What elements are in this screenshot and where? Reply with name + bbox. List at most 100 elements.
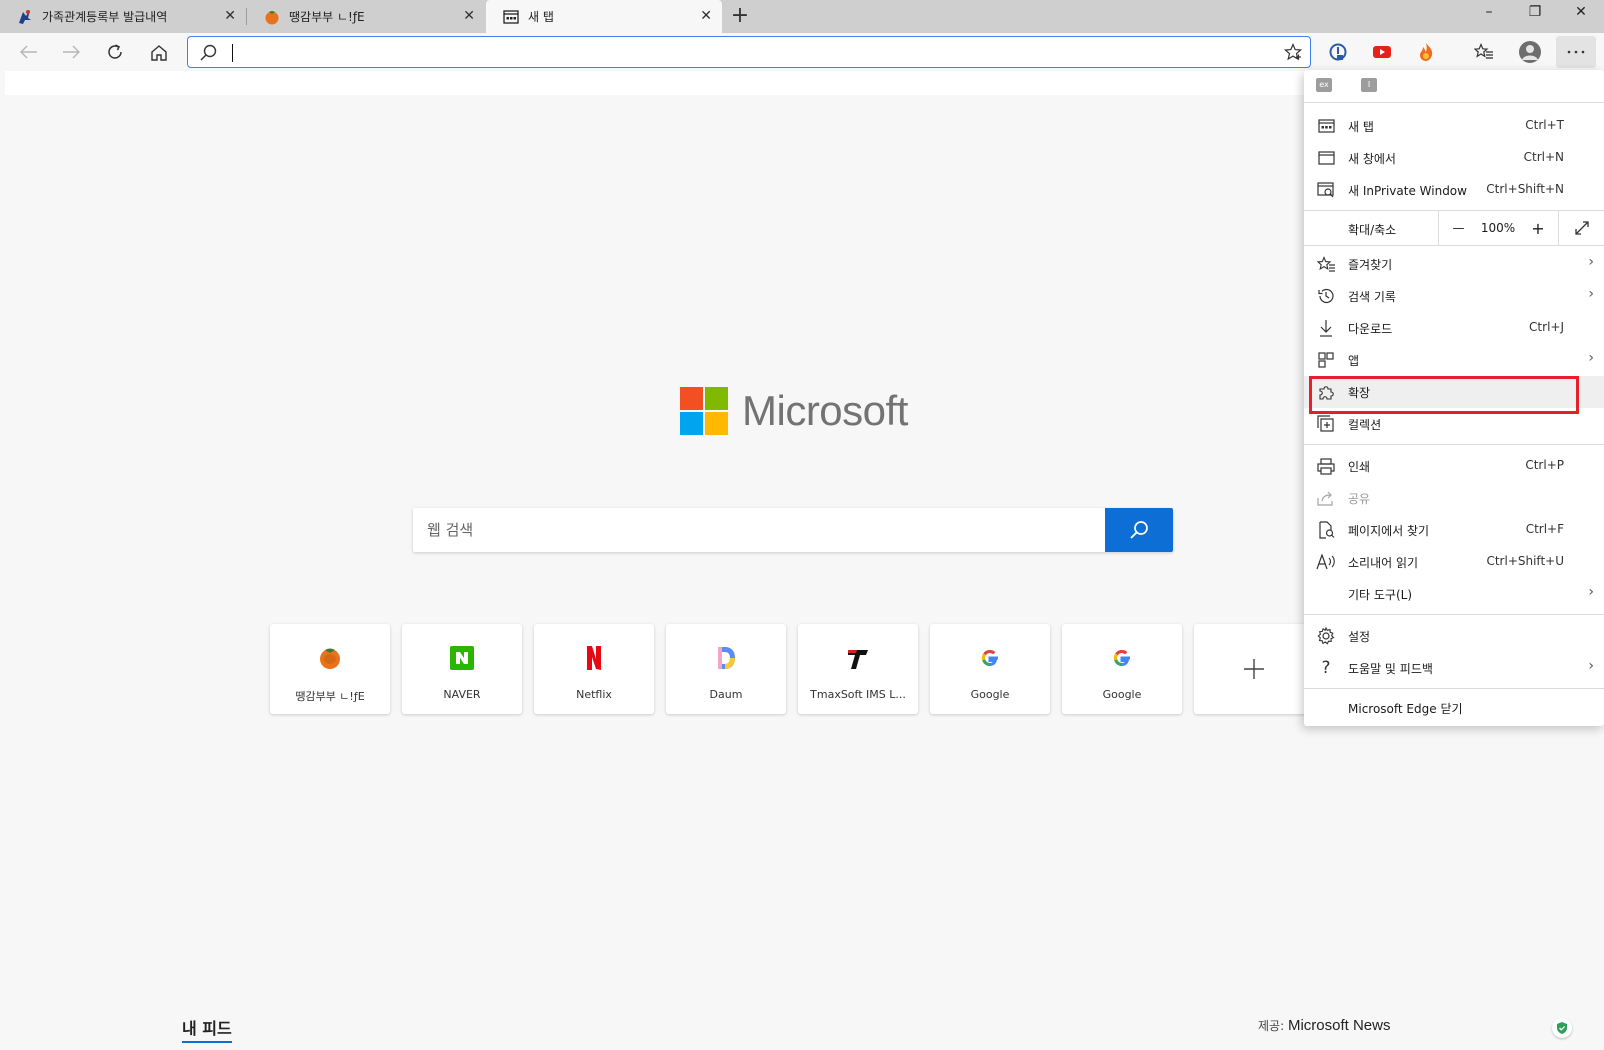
zoom-label: 확대/축소 <box>1348 223 1397 237</box>
menu-item-settings[interactable]: 설정 <box>1304 620 1604 652</box>
back-button[interactable] <box>14 37 44 67</box>
menu-item-label: 확장 <box>1348 386 1371 400</box>
tab-close-button[interactable]: ✕ <box>700 8 712 24</box>
arrow-left-icon <box>20 45 37 59</box>
zoom-out-button[interactable]: — <box>1438 211 1478 245</box>
favorites-icon[interactable] <box>1470 38 1498 66</box>
shield-check-icon[interactable] <box>1552 1018 1572 1038</box>
menu-item-history[interactable]: 검색 기록 › <box>1304 280 1604 312</box>
close-window-button[interactable]: ✕ <box>1558 0 1604 26</box>
menu-item-favorites[interactable]: 즐겨찾기 › <box>1304 248 1604 280</box>
eagle-icon <box>16 8 34 26</box>
search-icon <box>1130 521 1148 539</box>
menu-item-label: Microsoft Edge 닫기 <box>1348 702 1463 716</box>
toolbar <box>0 33 1604 71</box>
menu-item-shortcut: Ctrl+T <box>1525 118 1564 132</box>
maximize-button[interactable]: ❐ <box>1512 0 1558 26</box>
add-quick-link-tile[interactable] <box>1194 624 1314 714</box>
menu-item-read-aloud[interactable]: 소리내어 읽기 Ctrl+Shift+U <box>1304 546 1604 578</box>
fire-icon[interactable] <box>1412 38 1440 66</box>
onenote-icon[interactable] <box>1324 38 1352 66</box>
menu-item-inprivate-window[interactable]: 새 InPrivate Window Ctrl+Shift+N <box>1304 174 1604 206</box>
home-button[interactable] <box>144 37 174 67</box>
menu-item-label: 컬렉션 <box>1348 418 1382 432</box>
menu-item-help-feedback[interactable]: ? 도움말 및 피드백 › <box>1304 652 1604 684</box>
microsoft-squares-icon <box>680 387 728 435</box>
menu-item-extensions[interactable]: 확장 <box>1304 376 1604 414</box>
quick-link-tile[interactable]: 땡감부부 ㄴ!ƒE <box>270 624 390 714</box>
quick-link-label: NAVER <box>443 688 481 701</box>
persimmon-icon <box>263 8 281 26</box>
tab-strip: 가족관계등록부 발급내역 ✕ 땡감부부 ㄴ!ƒE ✕ 새 탭 ✕ + – ❐ ✕ <box>0 0 1604 33</box>
profile-avatar[interactable] <box>1516 38 1544 66</box>
extensions-icon <box>1316 383 1336 401</box>
extension-mini-icon[interactable]: ex <box>1316 78 1332 92</box>
quick-link-label: Netflix <box>576 688 612 701</box>
menu-item-print[interactable]: 인쇄 Ctrl+P <box>1304 450 1604 482</box>
tab-family-registry[interactable]: 가족관계등록부 발급내역 ✕ <box>0 0 246 33</box>
tab-title: 가족관계등록부 발급내역 <box>42 10 168 24</box>
menu-item-label: 인쇄 <box>1348 460 1371 474</box>
settings-and-more-menu: ex I 새 탭 Ctrl+T 새 창에서 Ctrl+N 새 InPrivate… <box>1304 70 1604 726</box>
fullscreen-button[interactable] <box>1558 211 1604 245</box>
menu-item-new-tab[interactable]: 새 탭 Ctrl+T <box>1304 110 1604 142</box>
quick-link-tile[interactable]: Netflix <box>534 624 654 714</box>
logo-square <box>705 387 728 410</box>
tab-ttaenggam[interactable]: 땡감부부 ㄴ!ƒE ✕ <box>247 0 485 33</box>
provider-name: Microsoft News <box>1287 1017 1391 1034</box>
extension-mini-icon[interactable]: I <box>1361 78 1377 92</box>
menu-item-new-window[interactable]: 새 창에서 Ctrl+N <box>1304 142 1604 174</box>
my-feed-tab[interactable]: 내 피드 <box>182 1015 232 1043</box>
refresh-button[interactable] <box>100 37 130 67</box>
quick-link-tile[interactable]: Google <box>930 624 1050 714</box>
history-icon <box>1316 287 1336 305</box>
menu-item-apps[interactable]: 앱 › <box>1304 344 1604 376</box>
news-provider: 제공: Microsoft News <box>1258 1017 1390 1034</box>
quick-link-tile[interactable]: NAVER <box>402 624 522 714</box>
tab-close-button[interactable]: ✕ <box>224 8 236 24</box>
fullscreen-icon <box>1574 221 1589 235</box>
google-icon <box>976 644 1004 672</box>
menu-item-close-edge[interactable]: Microsoft Edge 닫기 <box>1304 692 1604 724</box>
quick-link-tile[interactable]: TmaxSoft IMS L... <box>798 624 918 714</box>
menu-item-more-tools[interactable]: 기타 도구(L) › <box>1304 578 1604 610</box>
menu-item-find-on-page[interactable]: 페이지에서 찾기 Ctrl+F <box>1304 514 1604 546</box>
menu-divider <box>1304 444 1604 445</box>
new-window-icon <box>1316 149 1336 167</box>
chevron-right-icon: › <box>1588 658 1594 674</box>
plus-icon <box>1240 655 1268 683</box>
menu-item-label: 검색 기록 <box>1348 290 1396 304</box>
menu-divider <box>1304 245 1604 246</box>
tab-new-tab[interactable]: 새 탭 ✕ <box>486 0 722 33</box>
collections-icon <box>1316 415 1336 433</box>
settings-and-more-button[interactable] <box>1556 36 1596 68</box>
quick-link-tile[interactable]: Daum <box>666 624 786 714</box>
menu-item-collections[interactable]: 컬렉션 <box>1304 408 1604 440</box>
menu-divider <box>1304 102 1604 103</box>
web-search-input[interactable] <box>413 508 1103 552</box>
search-submit-button[interactable] <box>1105 508 1173 552</box>
menu-item-shortcut: Ctrl+Shift+N <box>1486 182 1564 196</box>
daum-icon <box>712 644 740 672</box>
new-tab-button[interactable]: + <box>727 4 753 30</box>
tab-close-button[interactable]: ✕ <box>463 8 475 24</box>
quick-link-tile[interactable]: Google <box>1062 624 1182 714</box>
menu-item-share[interactable]: 공유 <box>1304 482 1604 514</box>
search-icon <box>198 43 218 67</box>
minimize-button[interactable]: – <box>1466 0 1512 26</box>
forward-button[interactable] <box>56 37 86 67</box>
add-favorite-star-icon[interactable] <box>1283 42 1303 65</box>
zoom-in-button[interactable]: + <box>1518 211 1558 245</box>
apps-icon <box>1316 351 1336 369</box>
read-aloud-icon <box>1316 553 1336 571</box>
menu-item-label: 페이지에서 찾기 <box>1348 524 1430 538</box>
google-icon <box>1108 644 1136 672</box>
menu-item-label: 새 탭 <box>1348 120 1374 134</box>
arrow-right-icon <box>63 45 80 59</box>
address-bar[interactable] <box>187 36 1311 68</box>
youtube-icon[interactable] <box>1368 38 1396 66</box>
menu-item-label: 도움말 및 피드백 <box>1348 662 1433 676</box>
menu-item-label: 즐겨찾기 <box>1348 258 1393 272</box>
menu-item-downloads[interactable]: 다운로드 Ctrl+J <box>1304 312 1604 344</box>
chevron-right-icon: › <box>1588 584 1594 600</box>
